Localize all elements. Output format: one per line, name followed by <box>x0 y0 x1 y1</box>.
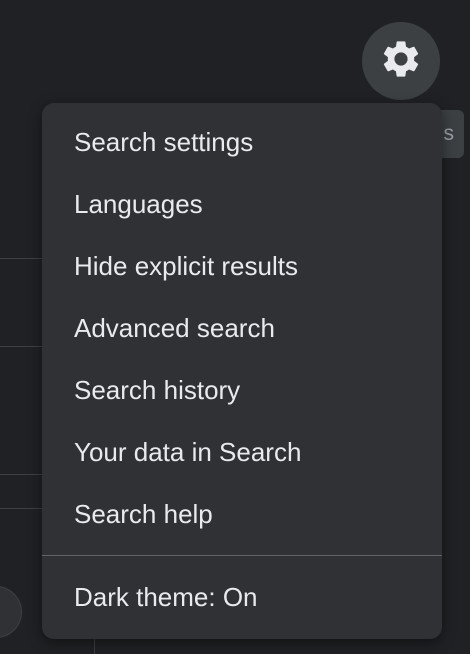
menu-item-search-settings[interactable]: Search settings <box>42 111 442 173</box>
menu-item-search-history[interactable]: Search history <box>42 359 442 421</box>
menu-item-languages[interactable]: Languages <box>42 173 442 235</box>
background-round-button[interactable] <box>0 586 22 638</box>
settings-button[interactable] <box>362 22 440 100</box>
menu-item-search-help[interactable]: Search help <box>42 483 442 545</box>
dark-theme-toggle[interactable]: Dark theme: On <box>42 566 442 628</box>
menu-item-hide-explicit-results[interactable]: Hide explicit results <box>42 235 442 297</box>
settings-menu-list: Search settings Languages Hide explicit … <box>42 103 442 545</box>
gear-icon <box>379 37 423 86</box>
settings-menu-footer: Dark theme: On <box>42 556 442 628</box>
page: s Search settings Languages Hide explici… <box>0 0 470 654</box>
settings-menu: Search settings Languages Hide explicit … <box>42 103 442 639</box>
menu-item-your-data-in-search[interactable]: Your data in Search <box>42 421 442 483</box>
menu-item-advanced-search[interactable]: Advanced search <box>42 297 442 359</box>
